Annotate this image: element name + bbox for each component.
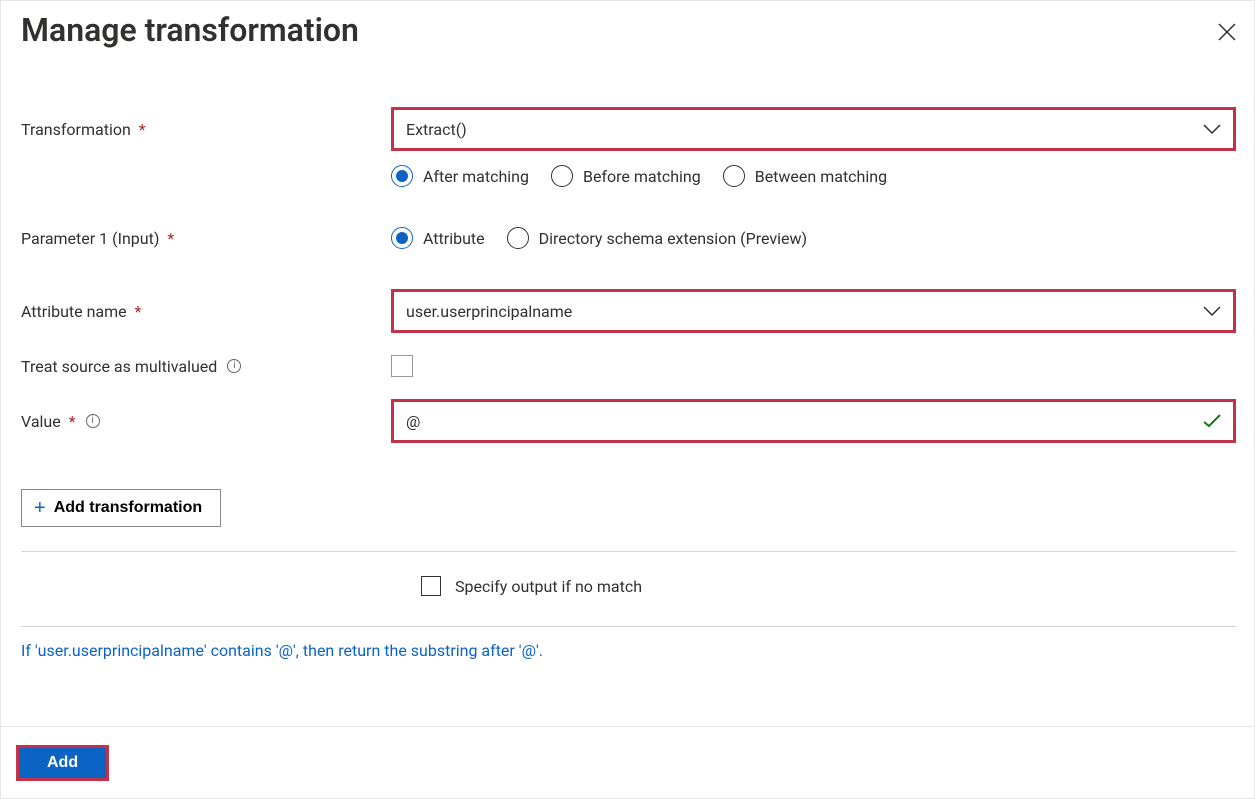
attribute-name-label: Attribute name* [21,302,391,321]
info-icon[interactable]: i [86,414,100,428]
radio-label: Attribute [423,229,485,248]
required-asterisk: * [167,229,174,248]
attribute-name-select[interactable]: user.userprincipalname [391,289,1236,333]
param1-label: Parameter 1 (Input)* [21,229,391,248]
multivalued-label: Treat source as multivalued i [21,357,391,376]
required-asterisk: * [139,120,146,139]
multivalued-checkbox[interactable] [391,355,413,377]
radio-label: After matching [423,167,529,186]
transformation-preview: If 'user.userprincipalname' contains '@'… [21,627,1236,660]
chevron-down-icon [1203,123,1221,135]
value-label: Value* i [21,412,391,431]
check-icon [1203,414,1221,428]
close-icon[interactable] [1218,23,1236,41]
param1-radiogroup: Attribute Directory schema extension (Pr… [391,227,1236,249]
plus-icon: + [34,498,46,518]
add-button[interactable]: Add [19,748,106,778]
radio-directory-schema-extension[interactable]: Directory schema extension (Preview) [507,227,807,249]
radio-between-matching[interactable]: Between matching [723,165,887,187]
value-input[interactable]: @ [391,399,1236,443]
transformation-label: Transformation* [21,120,391,139]
radio-attribute[interactable]: Attribute [391,227,485,249]
required-asterisk: * [135,302,142,321]
transformation-select[interactable]: Extract() [391,107,1236,151]
specify-output-checkbox[interactable] [421,576,441,596]
info-icon[interactable]: i [227,359,241,373]
radio-label: Between matching [755,167,887,186]
add-transformation-button[interactable]: + Add transformation [21,489,221,527]
required-asterisk: * [69,412,76,431]
radio-label: Before matching [583,167,701,186]
radio-after-matching[interactable]: After matching [391,165,529,187]
radio-label: Directory schema extension (Preview) [539,229,807,248]
matching-mode-radiogroup: After matching Before matching Between m… [391,165,1236,187]
radio-before-matching[interactable]: Before matching [551,165,701,187]
chevron-down-icon [1203,305,1221,317]
page-title: Manage transformation [21,11,359,49]
specify-output-label: Specify output if no match [455,577,642,596]
